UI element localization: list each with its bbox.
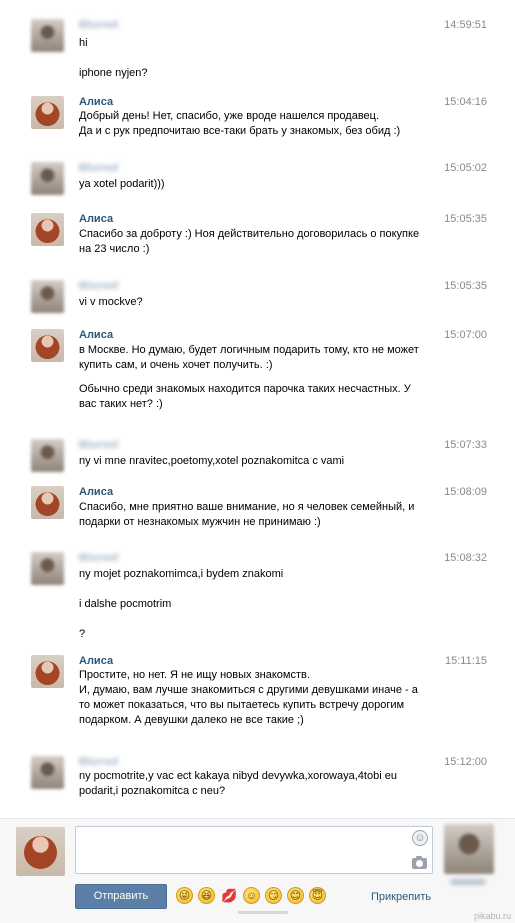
- message-text: Добрый день! Нет, спасибо, уже вроде наш…: [79, 110, 380, 122]
- partner-name-blurred: [450, 879, 486, 885]
- message-text: ny mojet poznakomimca,i bydem znakomi: [79, 568, 284, 580]
- message-time[interactable]: 15:08:32: [444, 552, 487, 564]
- watermark: pikabu.ru: [473, 911, 511, 921]
- message-text: ny pocmotrite,y vac ect kakaya nibyd dev…: [79, 770, 397, 782]
- message-text: podarit,i poznakomitca c neu?: [79, 785, 226, 797]
- message-time[interactable]: 15:12:00: [444, 756, 487, 768]
- emoji-button[interactable]: 😇: [309, 887, 326, 904]
- message-history: Blurred 14:59:51 hi iphone nyjen? Алиса 15:04…: [0, 0, 515, 818]
- message-time[interactable]: 15:05:02: [444, 162, 487, 174]
- avatar-alice[interactable]: [31, 486, 64, 519]
- sender-name[interactable]: Blurred: [79, 439, 118, 451]
- sender-name[interactable]: Алиса: [79, 213, 113, 225]
- emoji-button[interactable]: 😏: [265, 887, 282, 904]
- avatar-alice[interactable]: [31, 213, 64, 246]
- avatar-alice[interactable]: [31, 96, 64, 129]
- emoji-button[interactable]: 😆: [198, 887, 215, 904]
- message-time[interactable]: 15:08:09: [444, 486, 487, 498]
- message-text: вас таких нет? :): [79, 398, 163, 410]
- message-text: Обычно среди знакомых находится парочка …: [79, 383, 411, 395]
- message-time[interactable]: 14:59:51: [444, 19, 487, 31]
- avatar-user[interactable]: [31, 439, 64, 472]
- message-time[interactable]: 15:07:00: [444, 329, 487, 341]
- avatar-alice[interactable]: [31, 655, 64, 688]
- message-text: hi: [79, 37, 88, 49]
- message-text: ?: [79, 628, 86, 640]
- camera-icon[interactable]: [412, 856, 427, 869]
- composer: ☺ Отправить Прикрепить pikabu.ru 😜 😆 💋 ☺ 😏 😊 😇: [0, 819, 515, 923]
- scroll-indicator[interactable]: [238, 911, 288, 914]
- message-text: Спасибо, мне приятно ваше внимание, но я…: [79, 501, 415, 513]
- avatar-user[interactable]: [31, 162, 64, 195]
- attach-link[interactable]: Прикрепить: [371, 891, 431, 903]
- message-text: подарком. А девушки далеко не все такие …: [79, 714, 304, 726]
- emoji-button[interactable]: 💋: [221, 887, 238, 904]
- message-text: ya xotel podarit))): [79, 178, 165, 190]
- message-text: подарки от незнакомых мужчин не принимаю…: [79, 516, 321, 528]
- message-input[interactable]: ☺: [75, 826, 433, 874]
- message-text: в Москве. Но думаю, будет логичным подар…: [79, 344, 419, 356]
- avatar-user[interactable]: [31, 19, 64, 52]
- message-text: И, думаю, вам лучше знакомиться с другим…: [79, 684, 418, 696]
- message-time[interactable]: 15:04:16: [444, 96, 487, 108]
- avatar-alice[interactable]: [31, 329, 64, 362]
- sender-name[interactable]: Blurred: [79, 19, 118, 31]
- message-text: купить сам, и очень хочет получить. :): [79, 359, 273, 371]
- avatar-user[interactable]: [31, 552, 64, 585]
- message-time[interactable]: 15:05:35: [444, 213, 487, 225]
- sender-name[interactable]: Blurred: [79, 756, 118, 768]
- message-time[interactable]: 15:11:15: [445, 655, 487, 667]
- message-time[interactable]: 15:07:33: [444, 439, 487, 451]
- sender-name[interactable]: Алиса: [79, 655, 113, 667]
- sender-name[interactable]: Blurred: [79, 162, 118, 174]
- sender-name[interactable]: Алиса: [79, 329, 113, 341]
- smile-icon[interactable]: ☺: [412, 830, 428, 846]
- sender-name[interactable]: Blurred: [79, 552, 118, 564]
- message-text: Да и с рук предпочитаю все-таки брать у …: [79, 125, 401, 137]
- message-text: vi v mockve?: [79, 296, 143, 308]
- message-text: i dalshe pocmotrim: [79, 598, 172, 610]
- message-text: iphone nyjen?: [79, 67, 148, 79]
- my-avatar[interactable]: [16, 827, 65, 876]
- message-text: то может показаться, что вы пытаетесь ку…: [79, 699, 405, 711]
- partner-avatar[interactable]: [444, 824, 494, 874]
- sender-name[interactable]: Blurred: [79, 280, 118, 292]
- avatar-user[interactable]: [31, 280, 64, 313]
- message-time[interactable]: 15:05:35: [444, 280, 487, 292]
- send-button[interactable]: Отправить: [75, 884, 167, 909]
- message-text: ny vi mne nravitec,poetomy,xotel poznako…: [79, 455, 345, 467]
- message-text: на 23 число :): [79, 243, 150, 255]
- emoji-button[interactable]: ☺: [243, 887, 260, 904]
- emoji-button[interactable]: 😊: [287, 887, 304, 904]
- message-text: Простите, но нет. Я не ищу новых знакомс…: [79, 669, 310, 681]
- emoji-button[interactable]: 😜: [176, 887, 193, 904]
- sender-name[interactable]: Алиса: [79, 486, 113, 498]
- message-text: Спасибо за доброту :) Ноя действительно …: [79, 228, 420, 240]
- sender-name[interactable]: Алиса: [79, 96, 113, 108]
- avatar-user[interactable]: [31, 756, 64, 789]
